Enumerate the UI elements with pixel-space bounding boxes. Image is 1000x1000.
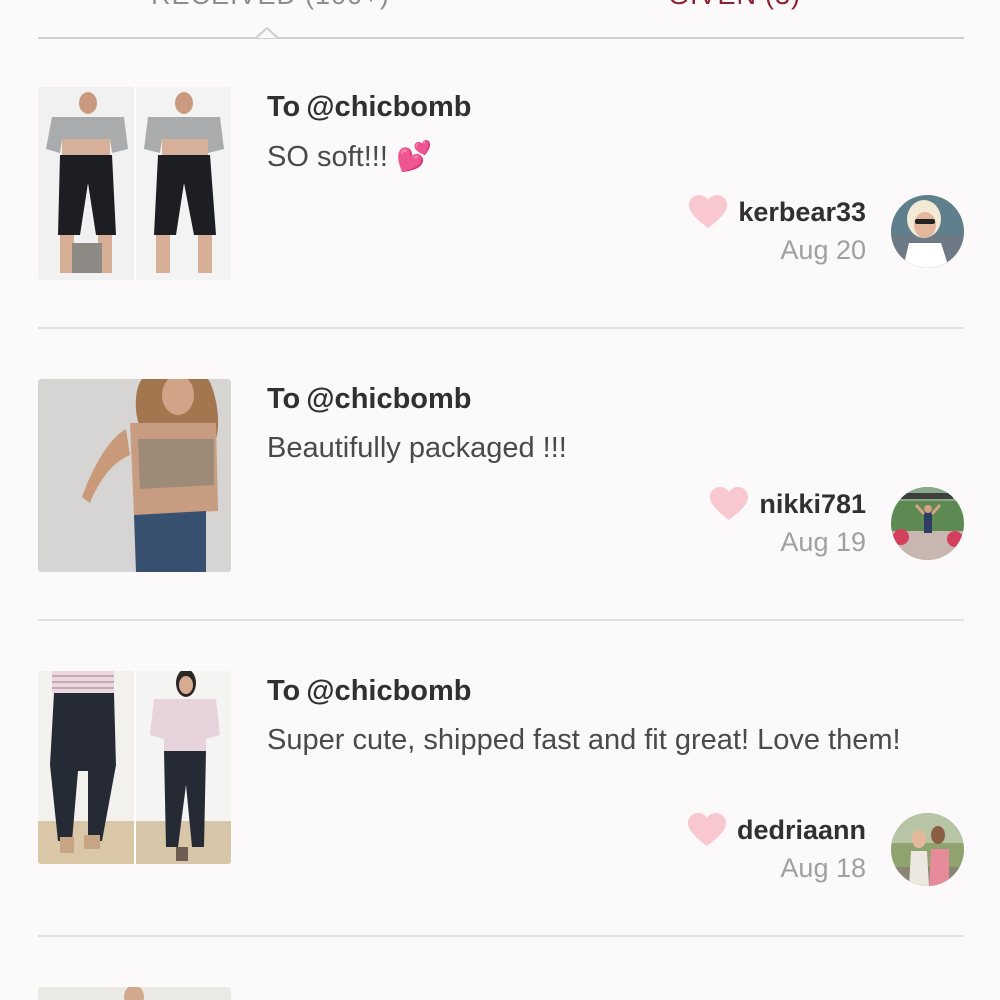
divider — [38, 327, 964, 329]
avatar[interactable] — [891, 813, 964, 886]
two-hearts-emoji: 💕 — [395, 139, 433, 173]
heart-icon — [687, 813, 726, 846]
listing-photo — [133, 87, 231, 280]
tab-bar: RECEIVED (100+) GIVEN (3) — [38, 0, 964, 40]
author-username: nikki781 — [759, 488, 866, 519]
listing-photo — [133, 671, 231, 864]
love-notes-page: RECEIVED (100+) GIVEN (3) — [0, 0, 1000, 1000]
listing-thumbnail[interactable] — [38, 87, 231, 280]
recipient-line: To @chicbomb — [267, 91, 472, 124]
avatar[interactable] — [891, 487, 964, 560]
listing-thumbnail[interactable] — [38, 379, 231, 572]
love-note-message: SO soft!!! 💕 — [267, 135, 927, 179]
author-username: dedriaann — [736, 814, 866, 845]
love-note-message: Super cute, shipped fast and fit great! … — [267, 719, 927, 762]
to-prefix: To — [267, 383, 301, 415]
tab-given[interactable]: GIVEN (3) — [668, 0, 801, 11]
list-item[interactable]: To @chicbomb SO soft!!! 💕 kerbear33 Aug 2… — [38, 87, 964, 287]
recipient-line: To @chicbomb — [267, 383, 472, 416]
author-username: kerbear33 — [738, 196, 866, 227]
listing-photo — [38, 671, 134, 864]
heart-icon — [689, 195, 728, 228]
tab-received-count: (100+) — [305, 0, 390, 10]
note-date: Aug 18 — [780, 853, 866, 883]
divider — [38, 619, 964, 621]
tab-caret-icon — [256, 27, 278, 39]
note-date: Aug 19 — [780, 527, 866, 557]
tab-given-label: GIVEN — [668, 0, 757, 10]
author-link[interactable]: dedriaann — [687, 813, 866, 847]
list-item[interactable]: To @chicbomb Super cute, shipped fast and… — [38, 671, 964, 901]
heart-icon — [710, 487, 749, 520]
to-prefix: To — [267, 91, 301, 123]
recipient-line: To @chicbomb — [267, 675, 472, 708]
tab-received-label: RECEIVED — [151, 0, 297, 10]
listing-photo — [38, 379, 231, 572]
tab-underline — [38, 37, 964, 39]
author-link[interactable]: kerbear33 — [688, 195, 866, 229]
recipient-handle[interactable]: @chicbomb — [306, 675, 471, 707]
divider — [38, 935, 964, 937]
recipient-handle[interactable]: @chicbomb — [306, 383, 471, 415]
message-text: Super cute, shipped fast and fit great! … — [267, 724, 901, 756]
listing-photo — [38, 87, 134, 280]
listing-thumbnail[interactable] — [38, 671, 231, 864]
list-item[interactable]: To @chicbomb Beautifully packaged !!! nik… — [38, 379, 964, 579]
message-text: Beautifully packaged !!! — [267, 432, 567, 464]
to-prefix: To — [267, 675, 301, 707]
recipient-handle[interactable]: @chicbomb — [306, 91, 471, 123]
tab-received[interactable]: RECEIVED (100+) — [151, 0, 390, 11]
listing-photo — [38, 987, 231, 1000]
listing-thumbnail[interactable] — [38, 987, 231, 1000]
avatar[interactable] — [891, 195, 964, 268]
author-link[interactable]: nikki781 — [709, 487, 866, 521]
list-item[interactable] — [38, 987, 964, 1000]
message-text: SO soft!!! — [267, 141, 388, 173]
love-note-message: Beautifully packaged !!! — [267, 427, 927, 470]
note-date: Aug 20 — [780, 235, 866, 265]
tab-given-count: (3) — [765, 0, 801, 10]
